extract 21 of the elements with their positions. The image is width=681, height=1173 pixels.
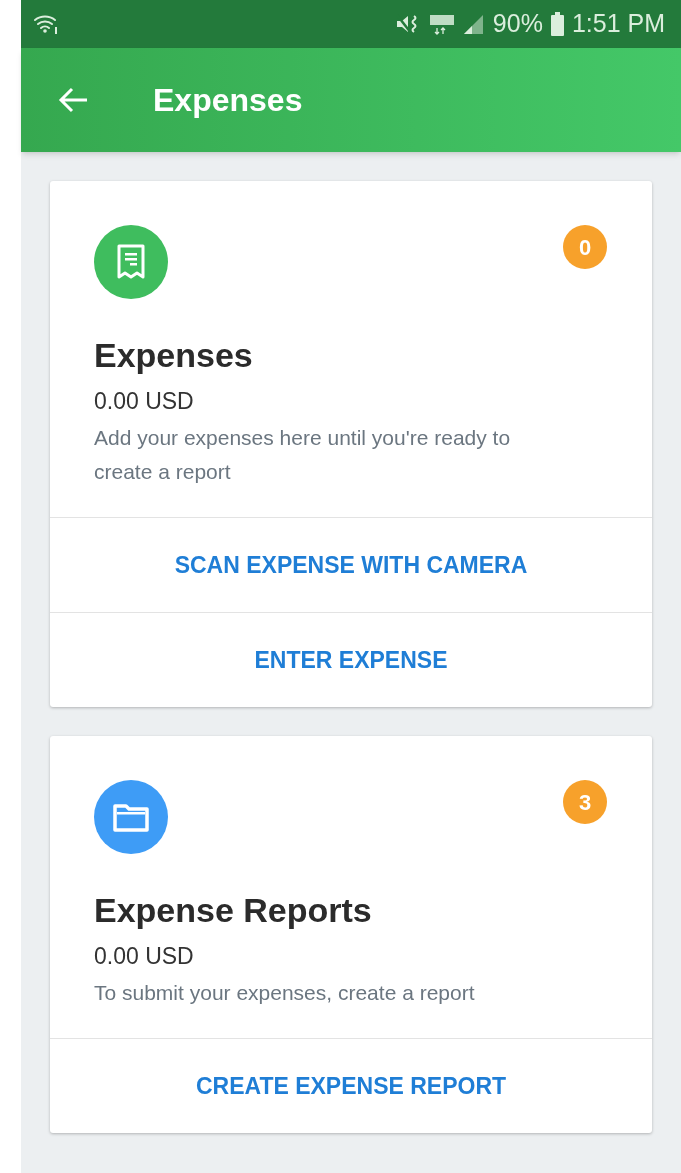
card-title: Expenses [94, 335, 254, 376]
card-action-button[interactable]: SCAN EXPENSE WITH CAMERA [50, 517, 652, 612]
card-amount: 0.00 USD [94, 942, 195, 971]
battery-percent: 90% [492, 8, 543, 40]
clock: 1:51 PM [571, 8, 665, 40]
battery-icon [550, 12, 564, 36]
card-amount: 0.00 USD [94, 387, 195, 416]
card-title: Expense Reports [94, 890, 373, 931]
card-action-button[interactable]: ENTER EXPENSE [50, 612, 652, 707]
app-bar-title: Expenses [153, 81, 303, 120]
wifi-icon [33, 13, 59, 35]
card-description: To submit your expenses, create a report [94, 980, 476, 1006]
count-badge: 0 [563, 225, 607, 269]
count-badge: 3 [563, 780, 607, 824]
receipt-icon [116, 244, 146, 280]
card-description: Add your expenses here until you're ready to create a report [94, 425, 512, 485]
folder-icon [113, 802, 149, 832]
card-action-button[interactable]: CREATE EXPENSE REPORT [50, 1038, 652, 1133]
network-icon [428, 13, 455, 35]
back-arrow-icon [57, 86, 89, 114]
signal-icon [462, 13, 485, 35]
